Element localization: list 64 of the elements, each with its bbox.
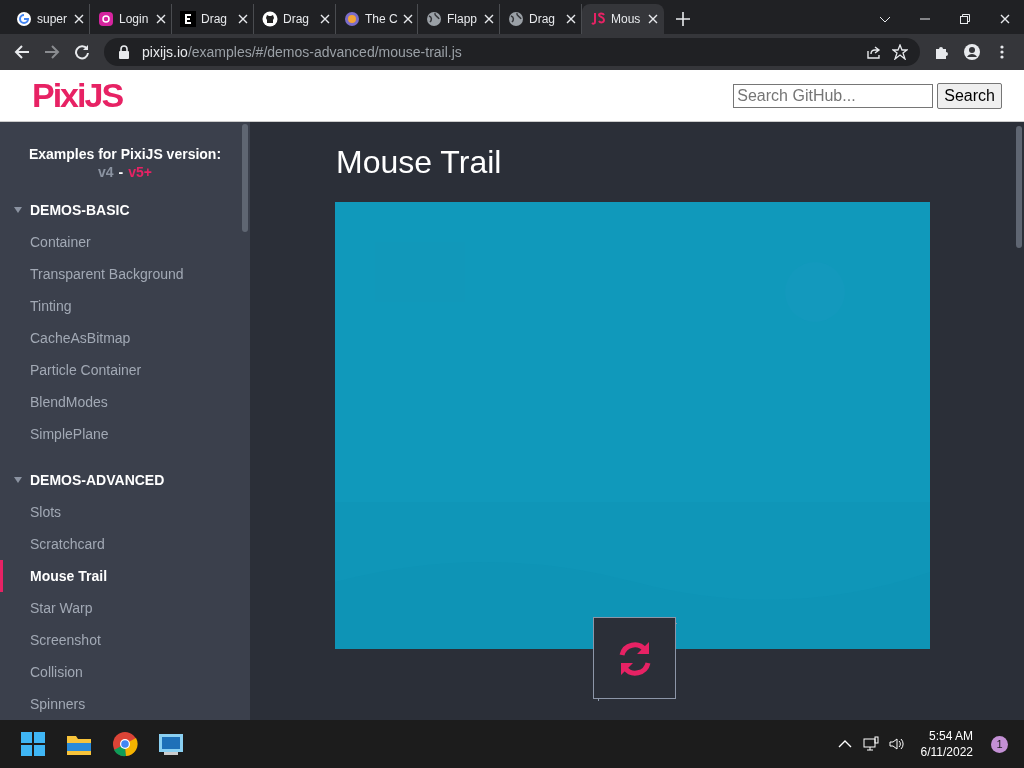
sidebar-item[interactable]: Screenshot xyxy=(0,624,250,656)
sidebar-item[interactable]: Tinting xyxy=(0,290,250,322)
search-field[interactable]: Search GitHub... xyxy=(733,83,934,108)
close-icon[interactable] xyxy=(484,14,494,24)
caret-icon xyxy=(14,477,22,483)
separator: - xyxy=(118,164,124,180)
scrollbar-thumb[interactable] xyxy=(242,124,248,232)
notification-badge[interactable]: 1 xyxy=(991,735,1008,753)
js-icon xyxy=(590,11,606,27)
sidebar-item[interactable]: SimplePlane xyxy=(0,418,250,450)
sidebar-item[interactable]: Scratchcard xyxy=(0,528,250,560)
url-text: pixijs.io/examples/#/demos-advanced/mouse-trail.js xyxy=(142,44,462,60)
group-header[interactable]: DEMOS-ADVANCED xyxy=(14,472,250,488)
scrollbar-thumb[interactable] xyxy=(1016,126,1022,248)
clock-date[interactable]: 6/11/2022 xyxy=(920,745,973,759)
version-heading: Examples for PixiJS version: xyxy=(28,146,222,162)
sidebar-item[interactable]: Container xyxy=(0,226,250,258)
sidebar-item[interactable]: BlendModes xyxy=(0,386,250,418)
camera-icon xyxy=(98,11,114,27)
control-panel-icon[interactable] xyxy=(158,731,184,757)
lock-icon xyxy=(116,44,132,60)
close-icon[interactable] xyxy=(1000,14,1010,24)
profile-icon[interactable] xyxy=(964,44,980,60)
page-title: Mouse Trail xyxy=(336,144,503,182)
sidebar-item[interactable]: CacheAsBitmap xyxy=(0,322,250,354)
sidebar-item[interactable]: Transparent Background xyxy=(0,258,250,290)
close-icon[interactable] xyxy=(402,14,413,24)
back-icon[interactable] xyxy=(14,44,30,60)
close-icon[interactable] xyxy=(566,14,576,24)
google-icon xyxy=(16,11,32,27)
letter-icon xyxy=(180,11,196,27)
caret-icon xyxy=(14,207,22,213)
network-icon[interactable] xyxy=(862,736,879,752)
sidebar-item[interactable]: Star Warp xyxy=(0,592,250,624)
star-icon[interactable] xyxy=(892,44,908,60)
windows-start-icon[interactable] xyxy=(20,731,46,757)
logo[interactable]: PixiJS xyxy=(32,76,123,115)
search-button[interactable]: Search xyxy=(937,82,1002,109)
refresh-button[interactable] xyxy=(593,617,677,701)
puzzle-icon[interactable] xyxy=(934,44,950,60)
restore-icon[interactable] xyxy=(960,14,970,24)
globe-icon xyxy=(426,11,442,27)
sidebar-item[interactable]: Spinners xyxy=(0,688,250,720)
chrome-icon[interactable] xyxy=(112,731,138,757)
share-icon[interactable] xyxy=(866,44,882,60)
close-icon[interactable] xyxy=(74,14,84,24)
speaker-icon[interactable] xyxy=(888,736,905,752)
forward-icon[interactable] xyxy=(44,44,60,60)
sidebar-item[interactable]: Collision xyxy=(0,656,250,688)
close-icon[interactable] xyxy=(320,14,330,24)
sidebar-item[interactable]: Particle Container xyxy=(0,354,250,386)
group-header[interactable]: DEMOS-BASIC xyxy=(14,202,250,218)
chevron-down-icon[interactable] xyxy=(880,14,890,24)
sidebar-item[interactable]: Slots xyxy=(0,496,250,528)
close-icon[interactable] xyxy=(238,14,248,24)
reload-icon[interactable] xyxy=(74,44,90,60)
sidebar-item[interactable]: Mouse Trail xyxy=(0,560,250,592)
plus-icon[interactable] xyxy=(676,12,690,26)
globe-icon xyxy=(508,11,524,27)
close-icon[interactable] xyxy=(648,14,658,24)
address-bar[interactable]: pixijs.io/examples/#/demos-advanced/mouse-trail.js xyxy=(104,38,920,66)
browser-tab[interactable]: Mous xyxy=(582,4,664,34)
close-icon[interactable] xyxy=(156,14,166,24)
clock-time[interactable]: 5:54 AM xyxy=(928,729,973,743)
